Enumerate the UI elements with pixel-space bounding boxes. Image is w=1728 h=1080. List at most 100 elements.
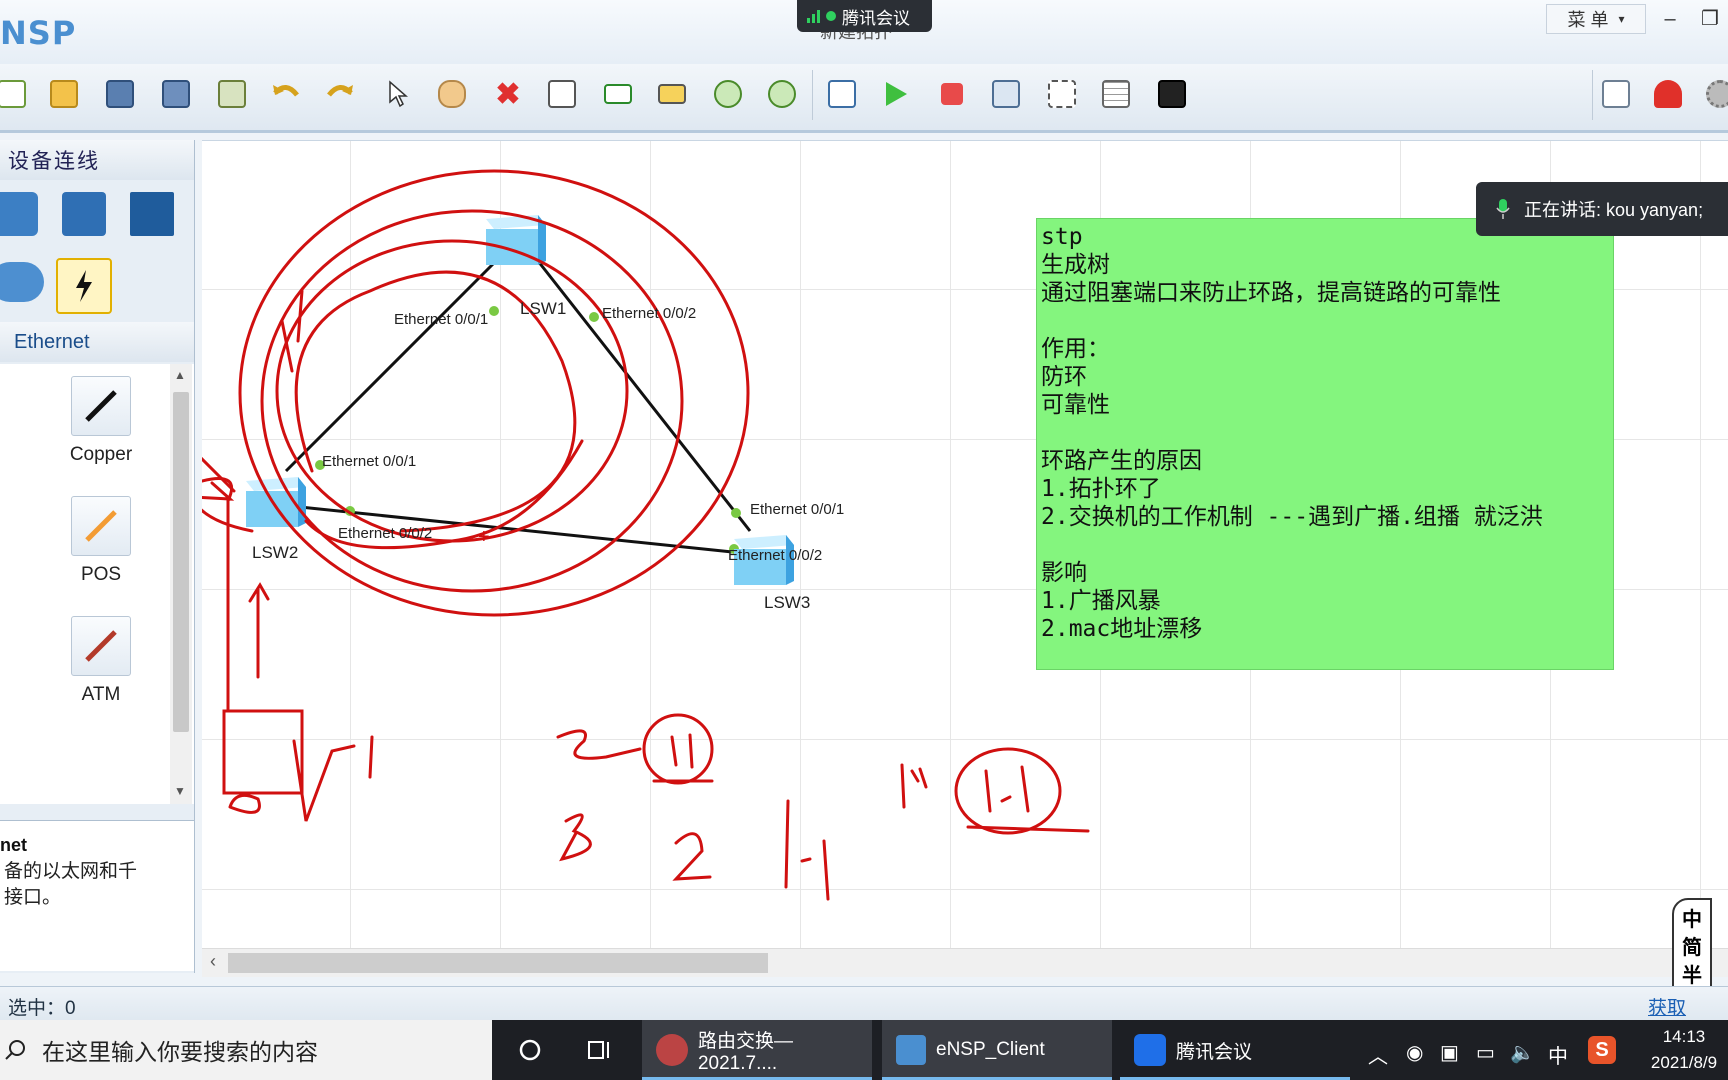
meeting-indicator[interactable]: 腾讯会议 xyxy=(797,0,932,32)
meeting-label: 腾讯会议 xyxy=(842,8,910,28)
firewall-icon[interactable] xyxy=(130,192,182,244)
cable-list: Copper POS ATM xyxy=(0,364,194,804)
print-icon[interactable] xyxy=(212,74,252,114)
screenshot-icon[interactable] xyxy=(1152,74,1192,114)
status-link[interactable]: 获取 xyxy=(1648,993,1686,1020)
cable-item-atm[interactable]: ATM xyxy=(66,616,136,706)
cable-item-copper[interactable]: Copper xyxy=(66,376,136,466)
presentation-icon xyxy=(656,1034,688,1066)
taskbar: 在这里输入你要搜索的内容 路由交换—2021.7.... eNSP_Client… xyxy=(0,1020,1728,1080)
switch-lsw1-icon xyxy=(486,215,546,265)
ensp-icon xyxy=(896,1035,926,1065)
redo-icon[interactable] xyxy=(320,74,360,114)
task-tencent-meeting[interactable]: 腾讯会议 xyxy=(1120,1020,1350,1080)
signal-icon xyxy=(807,9,820,23)
tray-expand-icon[interactable]: ︿ xyxy=(1368,1040,1388,1069)
clock-time: 14:13 xyxy=(1662,1027,1706,1046)
cable-type-header: Ethernet xyxy=(0,322,194,362)
battery-icon[interactable]: ▭ xyxy=(1476,1040,1495,1065)
start-device-icon[interactable] xyxy=(876,74,916,114)
copper-cable-icon xyxy=(71,376,131,436)
device-label-lsw1: LSW1 xyxy=(520,299,567,318)
router-icon[interactable] xyxy=(0,192,46,244)
note-line: 2.mac地址漂移 xyxy=(1041,616,1203,642)
delete-link-icon[interactable] xyxy=(542,74,582,114)
fit-view-icon[interactable] xyxy=(822,74,862,114)
open-icon[interactable] xyxy=(44,74,84,114)
device-label-lsw2: LSW2 xyxy=(252,543,299,562)
scroll-down-icon[interactable]: ▼ xyxy=(174,784,186,798)
search-placeholder: 在这里输入你要搜索的内容 xyxy=(42,1039,318,1065)
note-line: 通过阻塞端口来防止环路，提高链路的可靠性 xyxy=(1041,280,1501,306)
scrollbar-thumb[interactable] xyxy=(173,392,189,732)
note-line: 2.交换机的工作机制 ---遇到广播.组播 就泛洪 xyxy=(1041,504,1543,530)
search-icon xyxy=(5,1040,25,1060)
ime-mode[interactable]: 中 xyxy=(1674,906,1710,934)
status-bar: 选中：0 获取 xyxy=(0,986,1728,1021)
pan-hand-icon[interactable] xyxy=(432,74,472,114)
volume-icon[interactable]: 🔈 xyxy=(1510,1040,1535,1065)
settings-gear-icon[interactable] xyxy=(1700,74,1728,114)
description-box: net 备的以太网和千 接口。 xyxy=(0,820,194,971)
cable-label: Copper xyxy=(69,444,133,465)
ime-simplified[interactable]: 简 xyxy=(1674,934,1710,962)
rectangle-icon[interactable] xyxy=(652,74,692,114)
canvas-scrollbar[interactable]: ‹ xyxy=(202,948,1728,977)
zoom-out-icon[interactable] xyxy=(762,74,802,114)
cable-label: POS xyxy=(80,564,122,585)
save-icon[interactable] xyxy=(100,74,140,114)
connection-tool-icon[interactable] xyxy=(56,258,112,314)
toolbar-separator xyxy=(1592,70,1593,120)
save-as-icon[interactable] xyxy=(156,74,196,114)
scrollbar-thumb[interactable] xyxy=(228,953,768,973)
stop-device-icon[interactable] xyxy=(932,74,972,114)
select-cursor-icon[interactable] xyxy=(378,74,418,114)
toolbar-separator xyxy=(812,70,813,120)
zoom-in-icon[interactable] xyxy=(708,74,748,114)
note-line: 作用： xyxy=(1041,336,1110,362)
clock[interactable]: 14:13 2021/8/9 xyxy=(1640,1024,1728,1076)
cable-item-pos[interactable]: POS xyxy=(66,496,136,586)
hand-annotations xyxy=(202,169,1090,901)
sogou-ime-icon[interactable]: S xyxy=(1588,1036,1616,1064)
minimize-button[interactable]: – xyxy=(1656,6,1684,32)
delete-icon[interactable]: ✖ xyxy=(488,74,528,114)
cloud-icon[interactable] xyxy=(0,262,44,314)
description-title: net xyxy=(0,835,27,855)
clock-date: 2021/8/9 xyxy=(1650,1053,1718,1072)
app-tray-icon[interactable]: ▣ xyxy=(1440,1040,1459,1065)
scroll-left-icon[interactable]: ‹ xyxy=(210,951,216,972)
chat-icon[interactable] xyxy=(1596,74,1636,114)
menu-button[interactable]: 菜 单 ▾ xyxy=(1546,4,1646,34)
new-topology-icon[interactable] xyxy=(0,74,32,114)
restore-button[interactable]: ❐ xyxy=(1696,6,1724,32)
input-language[interactable]: 中 xyxy=(1548,1040,1568,1069)
pos-cable-icon xyxy=(71,496,131,556)
task-route-switch[interactable]: 路由交换—2021.7.... xyxy=(642,1020,872,1080)
link-lsw1-lsw3 xyxy=(536,260,752,532)
panel-scrollbar[interactable]: ▲ ▼ xyxy=(170,364,192,804)
grid-icon[interactable] xyxy=(1096,74,1136,114)
text-note[interactable]: stp 生成树 通过阻塞端口来防止环路，提高链路的可靠性 作用： 防环 可靠性 环路产生… xyxy=(1036,218,1614,670)
task-label: eNSP_Client xyxy=(936,1039,1045,1060)
undo-icon[interactable] xyxy=(266,74,306,114)
note-line xyxy=(1041,531,1609,559)
cortana-icon[interactable] xyxy=(516,1036,544,1064)
qq-icon[interactable]: ◉ xyxy=(1406,1040,1423,1065)
switch-lsw2-icon xyxy=(246,477,306,527)
taskbar-search[interactable]: 在这里输入你要搜索的内容 xyxy=(0,1020,492,1080)
app-logo: NSP xyxy=(0,14,77,52)
wlan-icon[interactable] xyxy=(62,192,114,244)
chevron-down-icon: ▾ xyxy=(1618,12,1625,26)
scroll-up-icon[interactable]: ▲ xyxy=(174,368,186,382)
topology-icon[interactable] xyxy=(1042,74,1082,114)
port-label: Ethernet 0/0/1 xyxy=(750,501,845,518)
cable-label: ATM xyxy=(81,684,121,705)
capture-icon[interactable] xyxy=(986,74,1026,114)
panel-title: 设备连线 xyxy=(0,140,194,180)
huawei-icon[interactable] xyxy=(1648,74,1688,114)
note-line xyxy=(1041,419,1609,447)
task-ensp-client[interactable]: eNSP_Client xyxy=(882,1020,1112,1080)
task-view-icon[interactable] xyxy=(586,1036,614,1064)
text-icon[interactable] xyxy=(598,74,638,114)
